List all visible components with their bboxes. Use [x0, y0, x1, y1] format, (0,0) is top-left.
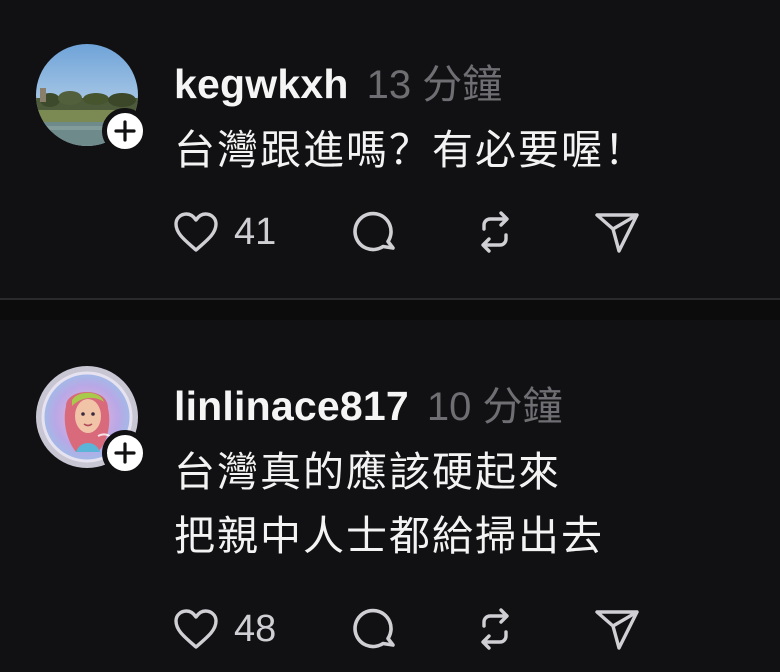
- follow-button[interactable]: [102, 108, 148, 154]
- post-linlinace817: linlinace817 10 分鐘 台灣真的應該硬起來 把親中人士都給掃出去 …: [0, 320, 780, 672]
- repost-icon: [470, 604, 520, 654]
- username[interactable]: kegwkxh: [174, 61, 349, 108]
- avatar-container[interactable]: [36, 44, 148, 154]
- post-text: 台灣真的應該硬起來 把親中人士都給掃出去: [174, 440, 604, 568]
- post-header: linlinace817 10 分鐘: [174, 374, 562, 432]
- timestamp: 13 分鐘: [366, 63, 503, 107]
- timestamp: 10 分鐘: [426, 385, 563, 429]
- username[interactable]: linlinace817: [174, 383, 409, 430]
- post-divider: [0, 298, 780, 320]
- like-count: 41: [234, 210, 277, 253]
- avatar-container[interactable]: [36, 366, 148, 476]
- post-kegwkxh: kegwkxh 13 分鐘 台灣跟進嗎？有必要喔！ 41: [0, 0, 780, 298]
- comment-button[interactable]: [350, 604, 400, 654]
- follow-button[interactable]: [102, 430, 148, 476]
- plus-icon: [114, 442, 136, 464]
- repost-icon: [470, 207, 520, 257]
- action-bar: 48: [172, 604, 672, 654]
- post-header: kegwkxh 13 分鐘: [174, 52, 502, 110]
- plus-icon: [114, 120, 136, 142]
- repost-button[interactable]: [470, 604, 520, 654]
- comment-bubble-icon: [350, 604, 400, 654]
- send-icon: [592, 604, 642, 654]
- action-bar: 41: [172, 207, 672, 257]
- post-text-line: 台灣跟進嗎？有必要喔！: [174, 127, 647, 173]
- like-button[interactable]: 41: [172, 207, 276, 257]
- comment-button[interactable]: [350, 207, 400, 257]
- post-text-line: 台灣真的應該硬起來: [174, 449, 561, 495]
- heart-icon: [172, 210, 220, 254]
- post-text: 台灣跟進嗎？有必要喔！: [174, 118, 647, 182]
- like-count: 48: [234, 607, 277, 650]
- comment-bubble-icon: [350, 207, 400, 257]
- heart-icon: [172, 607, 220, 651]
- send-icon: [592, 207, 642, 257]
- like-button[interactable]: 48: [172, 604, 276, 654]
- share-button[interactable]: [592, 604, 642, 654]
- share-button[interactable]: [592, 207, 642, 257]
- post-text-line: 把親中人士都給掃出去: [174, 513, 604, 559]
- repost-button[interactable]: [470, 207, 520, 257]
